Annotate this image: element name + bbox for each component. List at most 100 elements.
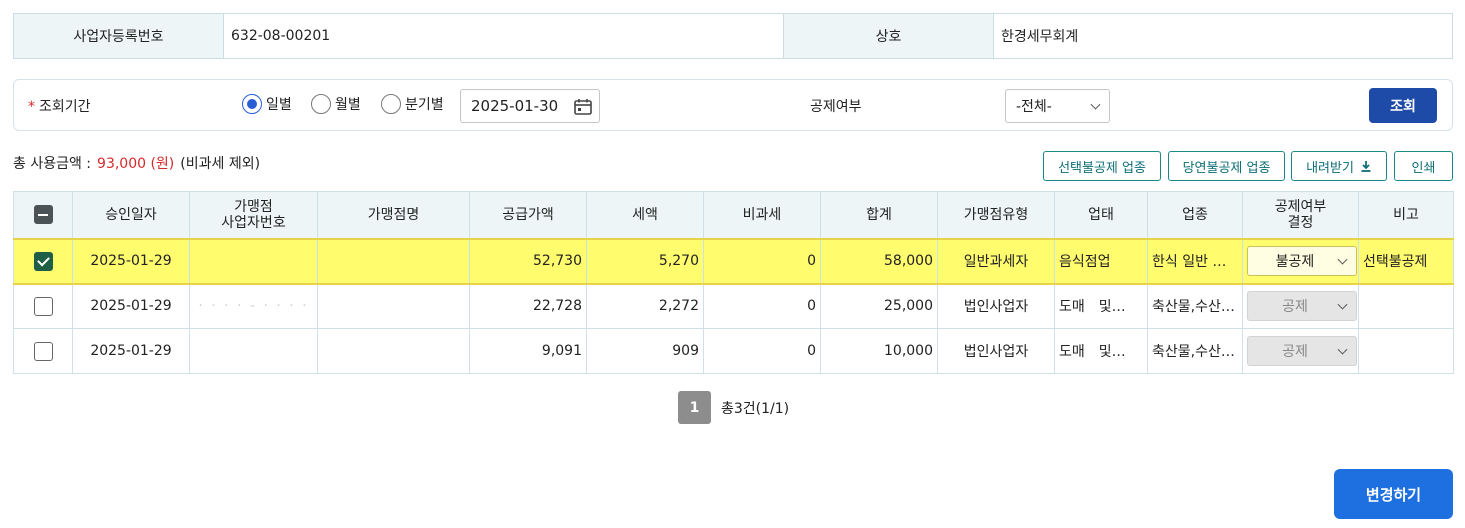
category: 축산물,수산… (1147, 283, 1243, 329)
row-checkbox[interactable] (33, 341, 53, 361)
download-button[interactable]: 내려받기 (1291, 151, 1387, 181)
page-button-current[interactable]: 1 (678, 391, 711, 424)
deduct-select[interactable]: 불공제 (1247, 246, 1357, 276)
radio-quarterly-label: 분기별 (405, 97, 444, 113)
total-amount-cell: 10,000 (820, 328, 938, 374)
tax-amount: 2,272 (586, 283, 704, 329)
biz-no-value: 632-08-00201 (224, 14, 784, 58)
chevron-down-icon (1337, 299, 1348, 310)
approve-date: 2025-01-29 (72, 283, 190, 329)
radio-monthly-label: 월별 (335, 97, 361, 113)
col-tax: 세액 (586, 191, 704, 239)
page-info: 총3건(1/1) (721, 401, 790, 417)
deduct-select: 공제 (1247, 336, 1357, 366)
chevron-down-icon (1090, 99, 1101, 110)
merchant-bizno (189, 328, 318, 374)
download-icon (1361, 161, 1371, 172)
chevron-down-icon (1337, 344, 1348, 355)
row-checkbox[interactable] (33, 296, 53, 316)
business-type: 음식점업 (1054, 237, 1148, 285)
remark: 선택불공제 (1358, 237, 1454, 285)
remark (1358, 283, 1454, 329)
row-check-cell[interactable] (13, 283, 73, 329)
business-info-table: 사업자등록번호 632-08-00201 상호 한경세무회계 (13, 13, 1453, 59)
total-note: (비과세 제외) (180, 156, 261, 172)
radio-daily-label: 일별 (266, 97, 292, 113)
business-type: 도매 및… (1054, 283, 1148, 329)
table-row[interactable]: 2025-01-29 9,091 909 0 10,000 법인사업자 도매 및… (13, 328, 1454, 374)
merchant-type: 일반과세자 (937, 237, 1055, 285)
select-all-cell[interactable] (13, 191, 73, 239)
col-deduct: 공제여부 결정 (1242, 191, 1359, 239)
print-button[interactable]: 인쇄 (1394, 151, 1453, 181)
radio-circle[interactable] (311, 94, 331, 114)
merchant-type: 법인사업자 (937, 283, 1055, 329)
approve-date: 2025-01-29 (72, 328, 190, 374)
merchant-name (317, 283, 470, 329)
calendar-icon[interactable] (574, 98, 592, 115)
col-category: 업종 (1147, 191, 1243, 239)
col-business: 업태 (1054, 191, 1148, 239)
select-all-checkbox[interactable] (33, 205, 53, 225)
radio-circle[interactable] (242, 94, 262, 114)
table-header-row: 승인일자 가맹점 사업자번호 가맹점명 공급가액 세액 비과세 합계 가맹점유형 … (13, 191, 1454, 239)
merchant-bizno: · · · · - · · · · (189, 283, 318, 329)
merchant-name (317, 237, 470, 285)
col-total: 합계 (820, 191, 938, 239)
table-row[interactable]: 2025-01-29 52,730 5,270 0 58,000 일반과세자 음… (13, 237, 1454, 285)
company-label: 상호 (784, 14, 994, 58)
company-value: 한경세무회계 (1001, 29, 1079, 45)
selective-nondeduct-button[interactable]: 선택불공제 업종 (1043, 151, 1161, 181)
mandatory-nondeduct-button[interactable]: 당연불공제 업종 (1168, 151, 1285, 181)
required-mark: * (28, 99, 35, 115)
radio-quarterly[interactable]: 분기별 (381, 94, 444, 114)
deduct-cell[interactable]: 불공제 (1242, 237, 1359, 285)
biz-no-label: 사업자등록번호 (14, 14, 224, 58)
radio-monthly[interactable]: 월별 (311, 94, 361, 114)
col-approve-date: 승인일자 (72, 191, 190, 239)
row-check-cell[interactable] (13, 237, 73, 285)
search-panel: * 조회기간 일별 월별 분기별 2025-01-30 공제여부 -전체- 조회 (13, 79, 1453, 131)
radio-circle[interactable] (381, 94, 401, 114)
taxfree-amount: 0 (703, 237, 821, 285)
row-check-cell[interactable] (13, 328, 73, 374)
supply-amount: 9,091 (469, 328, 587, 374)
business-type: 도매 및… (1054, 328, 1148, 374)
category: 축산물,수산… (1147, 328, 1243, 374)
supply-amount: 22,728 (469, 283, 587, 329)
tax-amount: 5,270 (586, 237, 704, 285)
row-checkbox[interactable] (33, 251, 53, 271)
deduction-label: 공제여부 (810, 99, 862, 115)
total-label: 총 사용금액 : (13, 156, 92, 172)
col-merchant-bizno: 가맹점 사업자번호 (189, 191, 318, 239)
tax-amount: 909 (586, 328, 704, 374)
supply-amount: 52,730 (469, 237, 587, 285)
date-value: 2025-01-30 (471, 97, 559, 115)
merchant-name (317, 328, 470, 374)
chevron-down-icon (1337, 254, 1348, 265)
radio-daily[interactable]: 일별 (242, 94, 292, 114)
category: 한식 일반 … (1147, 237, 1243, 285)
approve-date: 2025-01-29 (72, 237, 190, 285)
merchant-bizno (189, 237, 318, 285)
total-summary: 총 사용금액 : 93,000 (원) (비과세 제외) (13, 153, 260, 173)
total-amount-cell: 25,000 (820, 283, 938, 329)
card-usage-table: 승인일자 가맹점 사업자번호 가맹점명 공급가액 세액 비과세 합계 가맹점유형 … (13, 191, 1454, 374)
col-merchant-type: 가맹점유형 (937, 191, 1055, 239)
total-amount-cell: 58,000 (820, 237, 938, 285)
remark (1358, 328, 1454, 374)
taxfree-amount: 0 (703, 328, 821, 374)
date-input[interactable]: 2025-01-30 (460, 89, 600, 123)
taxfree-amount: 0 (703, 283, 821, 329)
col-taxfree: 비과세 (703, 191, 821, 239)
deduct-cell: 공제 (1242, 328, 1359, 374)
period-label: * 조회기간 (28, 99, 91, 115)
deduct-cell: 공제 (1242, 283, 1359, 329)
change-button[interactable]: 변경하기 (1334, 469, 1453, 519)
total-amount: 93,000 (원) (97, 156, 175, 172)
col-remark: 비고 (1358, 191, 1454, 239)
deduction-select[interactable]: -전체- (1005, 89, 1110, 123)
col-merchant-name: 가맹점명 (317, 191, 470, 239)
query-button[interactable]: 조회 (1369, 88, 1437, 123)
table-row[interactable]: 2025-01-29 · · · · - · · · · 22,728 2,27… (13, 283, 1454, 329)
